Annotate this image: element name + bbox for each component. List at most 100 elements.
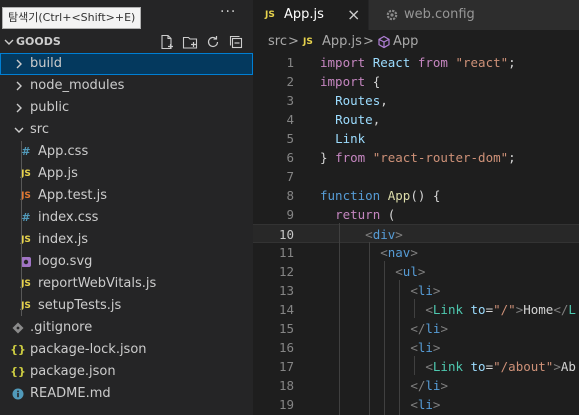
code-line[interactable]: 10 <div> xyxy=(253,224,579,243)
code-token: li xyxy=(417,397,433,412)
code-token: from xyxy=(417,55,456,70)
code-token: App xyxy=(387,188,411,203)
json-file-icon: {} xyxy=(10,365,26,378)
code-token: = xyxy=(485,302,494,317)
code-line[interactable]: 11 <nav> xyxy=(253,243,579,262)
code-text: import { xyxy=(320,72,380,91)
code-token: li xyxy=(417,340,433,355)
tree-item-label: package-lock.json xyxy=(30,342,147,357)
code-token: > xyxy=(440,378,448,393)
code-token: li xyxy=(425,321,441,336)
tab-bar: JS App.js × web.config xyxy=(253,0,579,30)
tree-item-src[interactable]: src xyxy=(0,119,253,141)
tree-item-logo-svg[interactable]: logo.svg xyxy=(0,251,253,273)
code-token: </ xyxy=(410,378,426,393)
tree-item-node-modules[interactable]: node_modules xyxy=(0,75,253,97)
tab-web-config[interactable]: web.config xyxy=(369,0,579,30)
breadcrumb-separator: > xyxy=(288,34,299,49)
code-token: > xyxy=(553,359,561,374)
code-token: < xyxy=(410,397,418,412)
explorer-sidebar: 탐색기(Ctrl+<Shift>+E) ··· GOODS build node… xyxy=(0,0,253,415)
tree-item-label: .gitignore xyxy=(30,320,93,335)
code-line[interactable]: 12 <ul> xyxy=(253,262,579,281)
tab-app-js[interactable]: JS App.js × xyxy=(253,0,368,30)
tree-item-gitignore[interactable]: .gitignore xyxy=(0,317,253,339)
refresh-icon[interactable] xyxy=(205,34,221,50)
code-line[interactable]: 3 Routes, xyxy=(253,91,579,110)
tree-item-public[interactable]: public xyxy=(0,97,253,119)
tree-item-app-js[interactable]: JS App.js xyxy=(0,163,253,185)
code-text: function App() { xyxy=(320,186,440,205)
code-line[interactable]: 15 </li> xyxy=(253,319,579,338)
code-token: React xyxy=(372,55,418,70)
line-number: 6 xyxy=(286,150,294,165)
chevron-right-icon xyxy=(16,59,22,69)
tree-item-index-css[interactable]: # index.css xyxy=(0,207,253,229)
tree-item-app-test-js[interactable]: JS App.test.js xyxy=(0,185,253,207)
line-number: 9 xyxy=(286,207,294,222)
indent-guide xyxy=(414,299,415,318)
code-line[interactable]: 17 <Link to="/about">Ab xyxy=(253,357,579,376)
line-number: 7 xyxy=(286,169,294,184)
new-folder-icon[interactable] xyxy=(182,34,198,50)
code-line[interactable]: 13 <li> xyxy=(253,281,579,300)
code-text: import React from "react"; xyxy=(320,53,516,72)
tree-item-setup-tests[interactable]: JS setupTests.js xyxy=(0,295,253,317)
code-line[interactable]: 19 <li> xyxy=(253,395,579,414)
breadcrumb-folder[interactable]: src xyxy=(268,30,287,54)
breadcrumb-separator: > xyxy=(363,34,374,49)
tree-item-label: logo.svg xyxy=(38,254,93,269)
tree-item-readme[interactable]: README.md xyxy=(0,383,253,405)
tree-item-package-json[interactable]: {} package.json xyxy=(0,361,253,383)
line-number: 19 xyxy=(278,397,294,412)
code-token: function xyxy=(320,188,388,203)
code-token: Home xyxy=(523,302,554,317)
code-line[interactable]: 14 <Link to="/">Home</L xyxy=(253,300,579,319)
line-number: 13 xyxy=(278,283,294,298)
breadcrumb-file[interactable]: App.js xyxy=(322,30,362,54)
code-token: , xyxy=(372,112,381,127)
json-file-icon: {} xyxy=(10,343,26,356)
code-line[interactable]: 5 Link xyxy=(253,129,579,148)
code-text: <div> xyxy=(320,225,403,244)
code-token: > xyxy=(432,283,441,298)
chevron-right-icon xyxy=(16,103,22,113)
code-line[interactable]: 16 <li> xyxy=(253,338,579,357)
tree-item-app-css[interactable]: # App.css xyxy=(0,141,253,163)
code-line[interactable]: 2 import { xyxy=(253,72,579,91)
code-text: Route, xyxy=(320,110,380,129)
code-line[interactable]: 4 Route, xyxy=(253,110,579,129)
close-icon[interactable]: × xyxy=(347,0,360,30)
tree-item-label: App.test.js xyxy=(38,188,108,203)
tree-item-build[interactable]: build xyxy=(0,53,253,75)
code-token: < xyxy=(410,340,418,355)
code-text: return ( xyxy=(320,205,395,224)
line-number: 3 xyxy=(286,93,294,108)
tree-item-report-web-vitals[interactable]: JS reportWebVitals.js xyxy=(0,273,253,295)
breadcrumb-symbol[interactable]: App xyxy=(393,30,418,54)
code-line[interactable]: 18 </li> xyxy=(253,376,579,395)
file-tree: build node_modules public src # App.css … xyxy=(0,53,253,405)
code-line[interactable]: 6} from "react-router-dom"; xyxy=(253,148,579,167)
new-file-icon[interactable] xyxy=(159,34,175,50)
more-actions-icon[interactable]: ··· xyxy=(220,4,236,20)
tree-item-package-lock[interactable]: {} package-lock.json xyxy=(0,339,253,361)
code-line[interactable]: 8 function App() { xyxy=(253,186,579,205)
collapse-all-icon[interactable] xyxy=(228,34,244,50)
code-line[interactable]: 9 return ( xyxy=(253,205,579,224)
code-token: ; xyxy=(508,55,516,70)
code-token: < xyxy=(410,283,418,298)
indent-guide xyxy=(384,261,385,415)
code-area[interactable]: 1 import React from "react"; 2 import {3 Ro… xyxy=(253,53,579,414)
tree-item-index-js[interactable]: JS index.js xyxy=(0,229,253,251)
code-line[interactable]: 1 import React from "react"; xyxy=(253,53,579,72)
code-token: < xyxy=(395,264,403,279)
code-line[interactable]: 7 xyxy=(253,167,579,186)
workspace-section-header[interactable]: GOODS xyxy=(0,31,253,53)
indent-guide xyxy=(399,280,400,415)
